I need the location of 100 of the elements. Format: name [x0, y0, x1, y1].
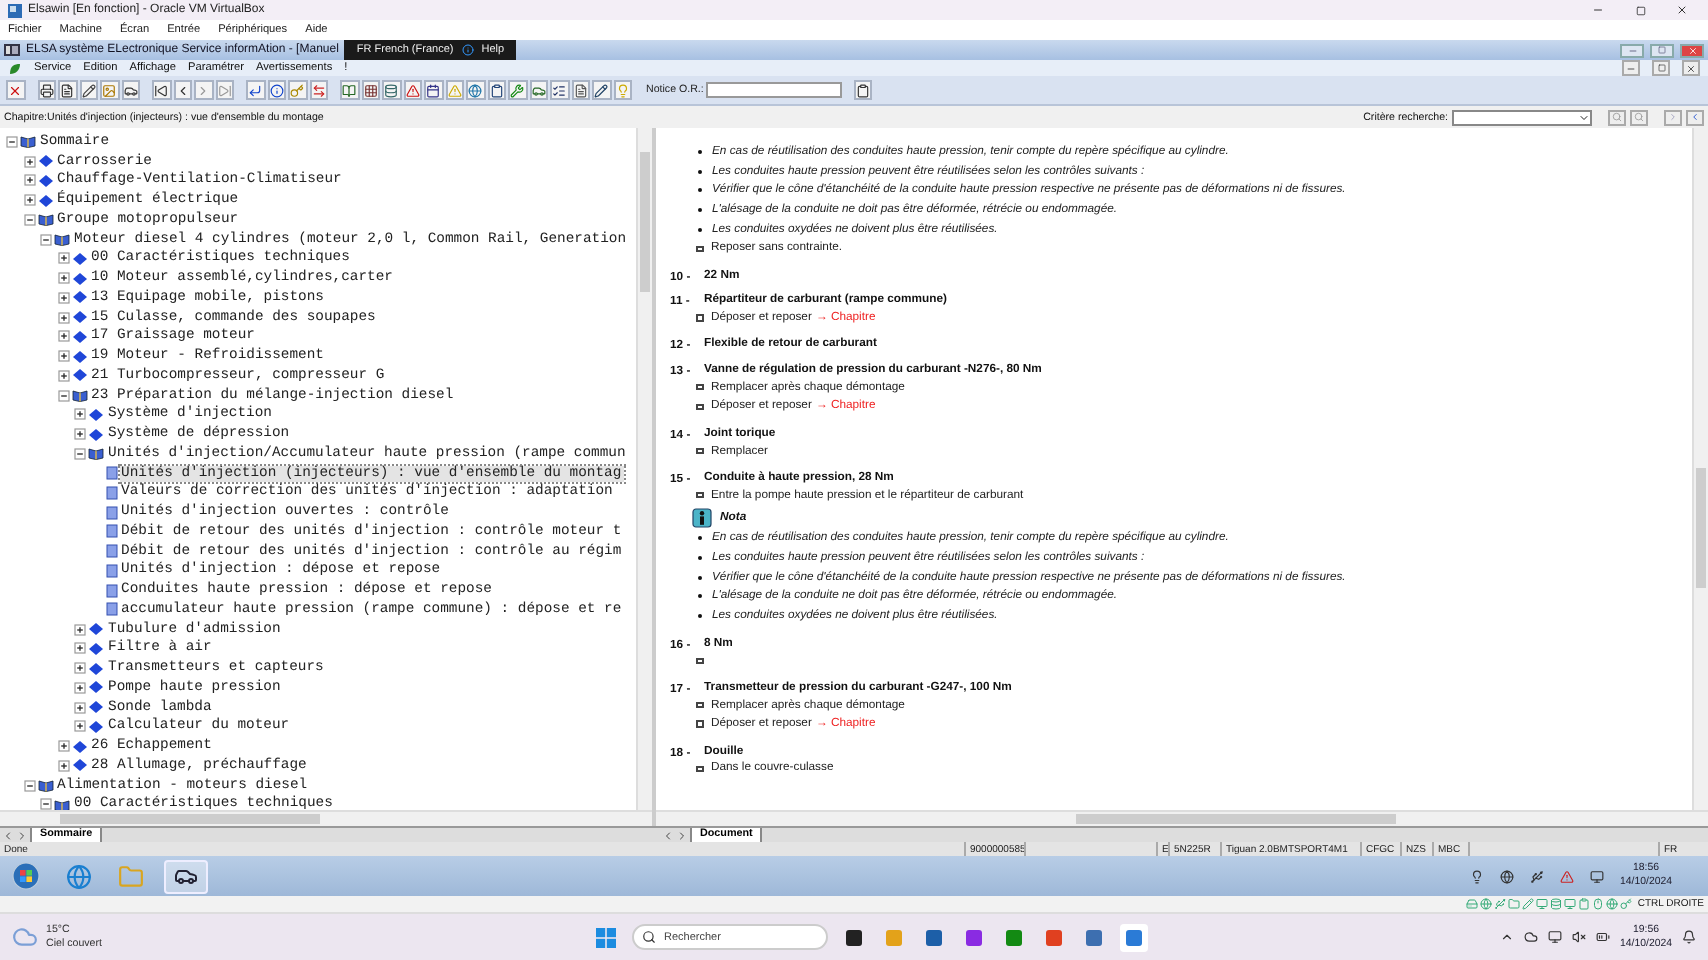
pencil-icon: [594, 83, 609, 97]
collapse-icon[interactable]: [57, 389, 69, 402]
toolbar-button[interactable]: [592, 80, 611, 100]
toolbar-button[interactable]: [571, 80, 590, 100]
taskbar-app[interactable]: [164, 859, 208, 893]
wrench-icon: [510, 83, 525, 97]
toolbar-button[interactable]: [403, 80, 422, 100]
scroll-thumb[interactable]: [1696, 468, 1706, 588]
app-icon: [8, 3, 22, 17]
collapse-icon[interactable]: [23, 779, 35, 792]
expand-icon[interactable]: [74, 662, 86, 675]
toolbar-button[interactable]: [267, 80, 286, 100]
close-icon: [1676, 4, 1688, 16]
browser-icon: [1044, 927, 1064, 947]
step-marker-icon: [696, 701, 703, 709]
step-marker-icon: [696, 491, 703, 499]
notice-field[interactable]: [705, 82, 842, 98]
expand-icon[interactable]: [57, 252, 69, 265]
expand-icon[interactable]: [57, 311, 69, 324]
search-dropdown[interactable]: [1452, 109, 1592, 125]
task-view-icon: [844, 927, 864, 947]
app-icon: [4, 44, 20, 56]
toolbar-button[interactable]: [487, 80, 506, 100]
scroll-thumb[interactable]: [60, 814, 320, 824]
start-button[interactable]: [8, 859, 44, 893]
car-icon: [1124, 927, 1144, 947]
collapse-icon[interactable]: [6, 135, 18, 148]
car-icon: [123, 83, 138, 97]
maximize-icon: [1635, 5, 1645, 15]
expand-icon[interactable]: [74, 720, 86, 733]
toolbar-button[interactable]: [853, 80, 873, 100]
clipboard-icon: [856, 83, 871, 97]
expand-icon[interactable]: [74, 408, 86, 421]
toolbar-button[interactable]: [152, 80, 171, 100]
step-marker-icon: [696, 403, 703, 411]
scroll-thumb[interactable]: [640, 152, 650, 292]
expand-icon[interactable]: [57, 291, 69, 304]
open-book-icon: [37, 778, 53, 793]
toolbar-button[interactable]: [246, 80, 265, 100]
toolbar-button[interactable]: [382, 80, 401, 100]
toolbar-button[interactable]: [424, 80, 443, 100]
database-icon: [384, 83, 399, 97]
toolbar-button[interactable]: [529, 80, 548, 100]
windows-logo-icon: [596, 927, 616, 947]
open-book-icon: [88, 446, 104, 461]
close-button[interactable]: [1682, 60, 1700, 76]
close-button[interactable]: [1680, 43, 1704, 57]
scrollbar[interactable]: [636, 128, 652, 810]
open-book-icon: [54, 797, 70, 810]
calendar-icon: [426, 83, 441, 97]
collapse-icon[interactable]: [40, 233, 52, 246]
expand-icon[interactable]: [74, 681, 86, 694]
collapse-icon[interactable]: [40, 798, 52, 810]
toolbar-button[interactable]: [58, 80, 77, 100]
scroll-left-icon: [2, 829, 14, 841]
toolbar-button[interactable]: [361, 80, 380, 100]
expand-icon[interactable]: [57, 272, 69, 285]
toolbar-button[interactable]: [173, 80, 192, 100]
expand-icon[interactable]: [74, 642, 86, 655]
monitor-icon: [1590, 869, 1605, 883]
usb-icon: [1530, 869, 1545, 883]
close-icon: [8, 83, 23, 97]
expand-icon[interactable]: [57, 330, 69, 343]
toolbar-button[interactable]: [340, 80, 359, 100]
expand-icon[interactable]: [57, 759, 69, 772]
car-icon: [531, 83, 546, 97]
toolbar-button[interactable]: [121, 80, 140, 100]
expand-icon[interactable]: [23, 194, 35, 207]
expand-icon[interactable]: [74, 701, 86, 714]
first-icon: [154, 83, 169, 97]
scrollbar[interactable]: [1692, 128, 1708, 810]
scrollbar[interactable]: [0, 810, 652, 826]
expand-icon[interactable]: [57, 740, 69, 753]
expand-icon[interactable]: [23, 155, 35, 168]
expand-icon[interactable]: [74, 428, 86, 441]
collapse-icon[interactable]: [23, 213, 35, 226]
expand-icon[interactable]: [57, 369, 69, 382]
expand-icon[interactable]: [57, 350, 69, 363]
mute-icon: [1572, 930, 1587, 944]
collapse-icon[interactable]: [74, 447, 86, 460]
toolbar-button[interactable]: [37, 80, 56, 100]
next-icon: [1668, 112, 1678, 122]
toolbar-button[interactable]: [550, 80, 569, 100]
store-icon: [924, 927, 944, 947]
lightbulb-icon: [615, 83, 630, 97]
start-button[interactable]: [592, 923, 620, 951]
monitor-icon: [1548, 930, 1563, 944]
xbox-icon: [1004, 927, 1024, 947]
toolbar-button[interactable]: [79, 80, 98, 100]
expand-icon[interactable]: [23, 174, 35, 187]
toolbar-button[interactable]: [6, 80, 25, 100]
scroll-thumb[interactable]: [1076, 814, 1396, 824]
open-book-icon: [37, 212, 53, 227]
scrollbar[interactable]: [656, 810, 1708, 826]
open-book-icon: [20, 134, 36, 149]
clipboard-icon: [489, 83, 504, 97]
car-icon: [174, 864, 198, 888]
expand-icon[interactable]: [74, 623, 86, 636]
scroll-right-icon: [676, 829, 688, 841]
minimize-icon: [1592, 4, 1604, 16]
